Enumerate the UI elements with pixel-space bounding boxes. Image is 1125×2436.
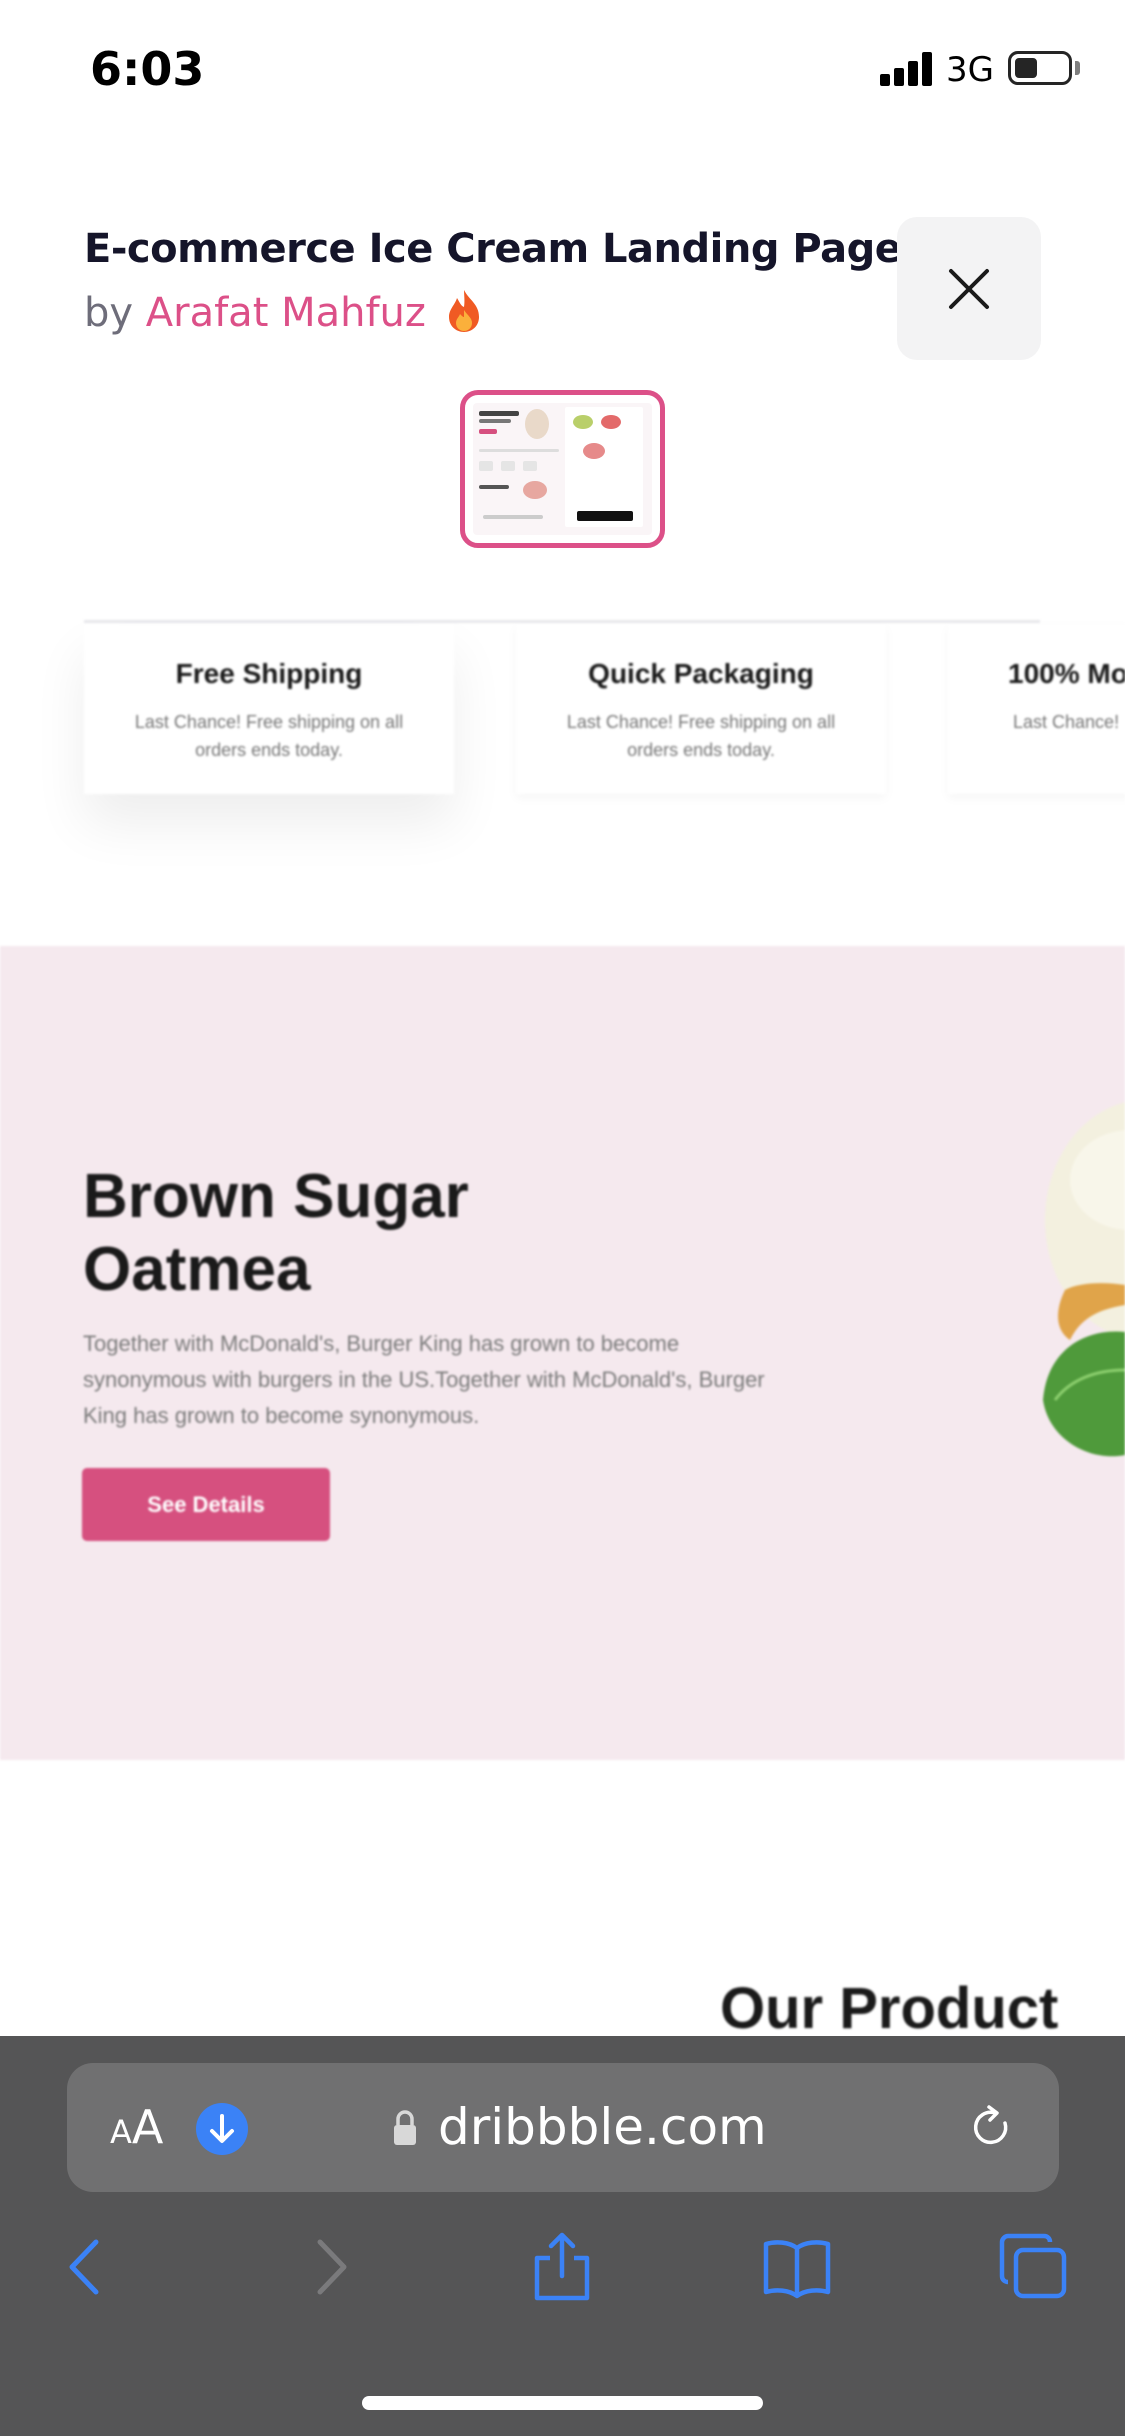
- feature-desc: Last Chance! Free shipping on all orders…: [134, 712, 404, 760]
- ice-cream-image: [1035, 1070, 1125, 1490]
- thumbnail-preview: [473, 403, 652, 535]
- divider: [84, 620, 1040, 623]
- share-icon[interactable]: [527, 2232, 597, 2302]
- back-icon[interactable]: [52, 2232, 122, 2302]
- feature-title: 100% Mo: [1008, 658, 1125, 689]
- author-link[interactable]: Arafat Mahfuz: [146, 290, 426, 336]
- lock-icon: [392, 2108, 418, 2148]
- see-details-button[interactable]: See Details: [82, 1468, 330, 1541]
- feature-card-quick-packaging: Quick Packaging Last Chance! Free shippi…: [516, 624, 886, 794]
- hero-title: Brown Sugar Oatmea: [83, 1162, 469, 1304]
- signal-icon: [880, 52, 932, 86]
- byline-prefix: by: [84, 290, 134, 336]
- forward-icon[interactable]: [294, 2232, 364, 2302]
- battery-cap: [1075, 61, 1080, 75]
- url-text[interactable]: dribbble.com: [438, 2098, 767, 2156]
- close-button[interactable]: [897, 217, 1041, 360]
- feature-card-money-back: 100% Mo Last Chance! Fr orders e: [948, 624, 1125, 794]
- home-indicator[interactable]: [362, 2396, 763, 2410]
- shot-title: E-commerce Ice Cream Landing Page: [84, 226, 902, 272]
- feature-card-free-shipping: Free Shipping Last Chance! Free shipping…: [84, 624, 454, 794]
- close-icon: [949, 268, 989, 309]
- status-bar: 6:03 3G: [0, 0, 1125, 140]
- reader-options-button[interactable]: AA: [110, 2100, 163, 2154]
- our-product-heading: Our Product: [720, 1976, 1059, 2035]
- aa-big: A: [131, 2100, 164, 2154]
- aa-small: A: [110, 2113, 132, 2151]
- download-icon[interactable]: [196, 2103, 248, 2155]
- shot-image: Free Shipping Last Chance! Free shipping…: [0, 620, 1125, 2035]
- shot-byline: by Arafat Mahfuz: [84, 288, 483, 336]
- bookmarks-icon[interactable]: [762, 2232, 832, 2302]
- feature-desc: Last Chance! Fr orders e: [1013, 712, 1125, 732]
- hero-desc: Together with McDonald's, Burger King ha…: [83, 1331, 765, 1428]
- shot-thumbnail[interactable]: [460, 390, 665, 548]
- feature-desc: Last Chance! Free shipping on all orders…: [566, 712, 836, 760]
- reload-icon[interactable]: [965, 2101, 1017, 2153]
- network-label: 3G: [946, 50, 994, 90]
- feature-title: Quick Packaging: [588, 658, 814, 689]
- fire-icon: [445, 288, 483, 334]
- feature-title: Free Shipping: [175, 658, 363, 689]
- battery-icon: [1008, 51, 1072, 85]
- tabs-icon[interactable]: [998, 2232, 1068, 2302]
- status-time: 6:03: [90, 42, 205, 96]
